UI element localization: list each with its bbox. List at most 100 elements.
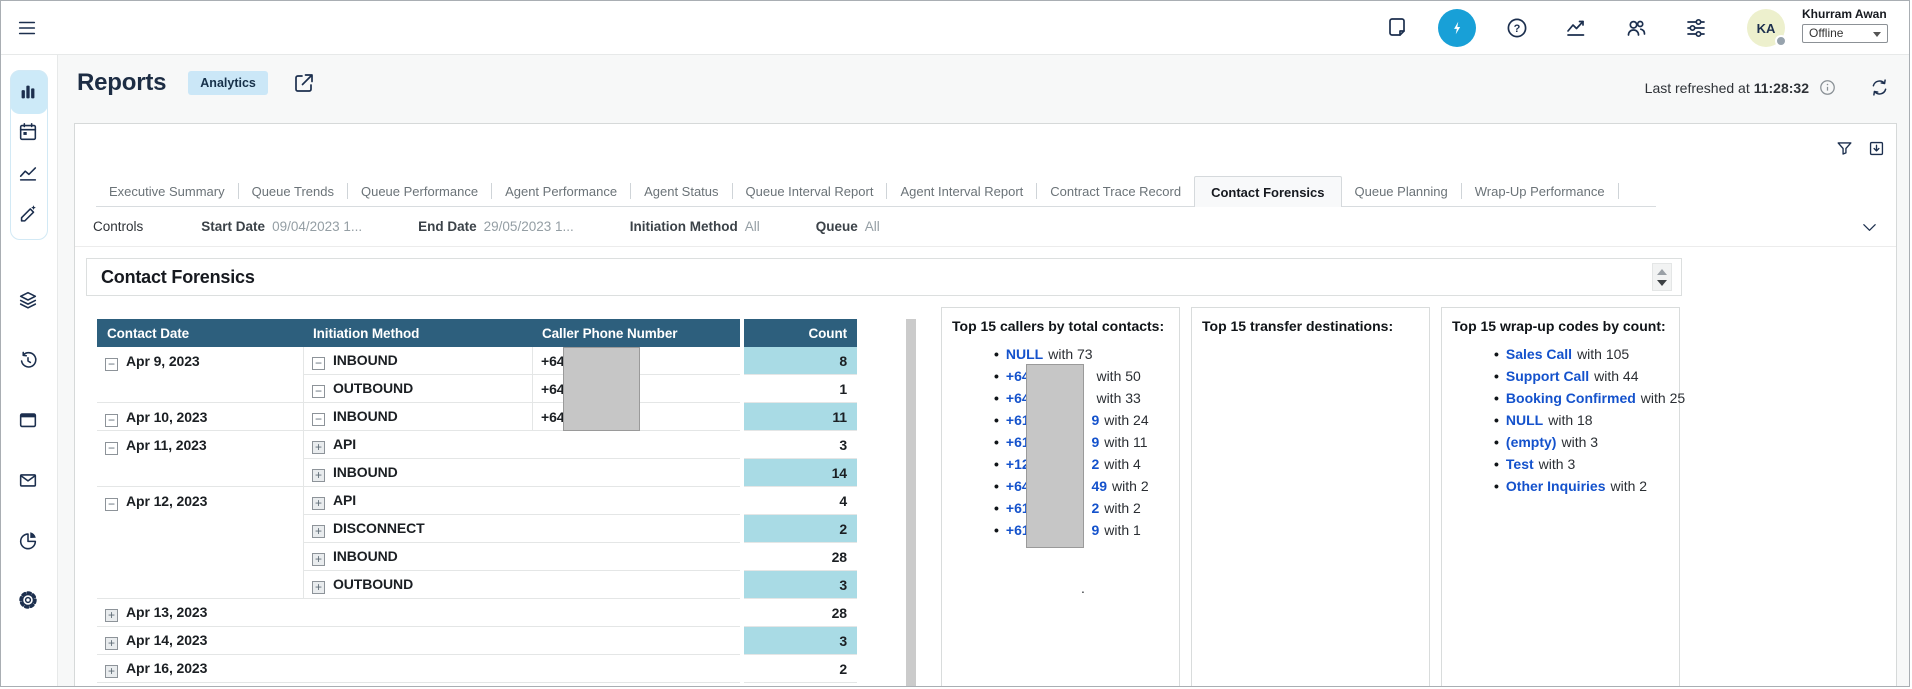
stepper-down-icon[interactable] xyxy=(1657,280,1667,286)
caller-link-suffix[interactable]: 9 xyxy=(1091,434,1099,450)
tab-executive-summary[interactable]: Executive Summary xyxy=(96,176,238,206)
vertical-scrollbar[interactable] xyxy=(906,319,916,687)
expand-icon[interactable] xyxy=(312,553,325,566)
section-header: Contact Forensics xyxy=(86,258,1682,296)
col-caller-phone[interactable]: Caller Phone Number xyxy=(532,319,740,347)
download-icon[interactable] xyxy=(1867,139,1886,158)
app-window: ? KA Khurram Awan Offline Reports Analyt… xyxy=(0,0,1910,687)
page-header: Reports Analytics Last refreshed at 11:2… xyxy=(58,55,1909,123)
external-link-icon[interactable] xyxy=(292,71,316,95)
tab-queue-performance[interactable]: Queue Performance xyxy=(348,176,491,206)
line-chart-icon[interactable] xyxy=(17,162,39,184)
wrapup-link[interactable]: Test xyxy=(1506,456,1534,472)
wrapup-link[interactable]: Sales Call xyxy=(1506,346,1572,362)
tab-wrap-up-performance[interactable]: Wrap-Up Performance xyxy=(1462,176,1618,206)
gear-icon[interactable] xyxy=(17,589,39,611)
section-title: Contact Forensics xyxy=(101,267,255,288)
expand-icon[interactable] xyxy=(312,441,325,454)
notes-icon[interactable] xyxy=(1385,16,1409,40)
panel-title: Top 15 wrap-up codes by count: xyxy=(1452,318,1671,334)
collapse-icon[interactable] xyxy=(312,385,325,398)
horizontal-scrollbar[interactable] xyxy=(97,686,907,687)
panel-top-callers: Top 15 callers by total contacts: NULLwi… xyxy=(941,307,1180,687)
design-brush-icon[interactable] xyxy=(17,203,39,225)
filter-icon[interactable] xyxy=(1835,139,1854,158)
collapse-icon[interactable] xyxy=(105,442,118,455)
count-cell: 8 xyxy=(744,347,857,375)
caller-link-suffix[interactable]: 2 xyxy=(1091,456,1099,472)
tab-queue-trends[interactable]: Queue Trends xyxy=(239,176,347,206)
controls-bar: Controls Start Date09/04/2023 1... End D… xyxy=(75,207,1896,247)
layers-icon[interactable] xyxy=(17,289,39,311)
tab-agent-status[interactable]: Agent Status xyxy=(631,176,731,206)
filter-queue[interactable]: QueueAll xyxy=(816,219,880,234)
wrapup-link[interactable]: Support Call xyxy=(1506,368,1589,384)
date-cell: Apr 9, 2023 xyxy=(97,347,303,403)
table-row: Apr 12, 2023 API 4 xyxy=(97,487,857,515)
filter-end-date[interactable]: End Date29/05/2023 1... xyxy=(418,219,574,234)
wrapup-link[interactable]: NULL xyxy=(1506,412,1543,428)
expand-icon[interactable] xyxy=(312,469,325,482)
expand-icon[interactable] xyxy=(312,525,325,538)
users-icon[interactable] xyxy=(1624,16,1648,40)
list-item: Booking Confirmedwith 25 xyxy=(1494,387,1671,409)
tab-agent-interval-report[interactable]: Agent Interval Report xyxy=(887,176,1036,206)
collapse-icon[interactable] xyxy=(105,498,118,511)
caller-link-suffix[interactable]: 49 xyxy=(1091,478,1107,494)
table-row: Apr 9, 2023 INBOUND +642 8 xyxy=(97,347,857,375)
sliders-icon[interactable] xyxy=(1684,16,1708,40)
section-stepper[interactable] xyxy=(1652,263,1672,291)
tab-queue-planning[interactable]: Queue Planning xyxy=(1342,176,1461,206)
method-cell: API xyxy=(303,487,740,515)
expand-icon[interactable] xyxy=(312,581,325,594)
help-icon[interactable]: ? xyxy=(1505,16,1529,40)
flash-tasks-button[interactable] xyxy=(1438,9,1476,47)
metrics-icon[interactable] xyxy=(1564,16,1588,40)
wrapup-link[interactable]: (empty) xyxy=(1506,434,1557,450)
wrapup-link[interactable]: Booking Confirmed xyxy=(1506,390,1636,406)
collapse-icon[interactable] xyxy=(105,414,118,427)
filter-initiation-method[interactable]: Initiation MethodAll xyxy=(630,219,760,234)
collapse-icon[interactable] xyxy=(312,413,325,426)
col-initiation-method[interactable]: Initiation Method xyxy=(303,319,532,347)
tab-contract-trace-record[interactable]: Contract Trace Record xyxy=(1037,176,1194,206)
caller-link-suffix[interactable]: 9 xyxy=(1091,522,1099,538)
pie-chart-icon[interactable] xyxy=(17,529,39,551)
status-select-value: Offline xyxy=(1809,26,1843,40)
chevron-down-icon[interactable] xyxy=(1861,219,1878,236)
analytics-badge[interactable]: Analytics xyxy=(188,71,268,95)
refresh-icon[interactable] xyxy=(1869,77,1890,98)
hamburger-menu-icon[interactable] xyxy=(15,17,39,39)
collapse-icon[interactable] xyxy=(105,358,118,371)
tab-queue-interval-report[interactable]: Queue Interval Report xyxy=(733,176,887,206)
calendar-icon[interactable] xyxy=(17,121,39,143)
caller-link-suffix[interactable]: 2 xyxy=(1091,500,1099,516)
last-refreshed-time: 11:28:32 xyxy=(1754,80,1809,96)
col-contact-date[interactable]: Contact Date xyxy=(97,319,303,347)
mail-icon[interactable] xyxy=(17,469,39,491)
caller-link-suffix[interactable]: 9 xyxy=(1091,412,1099,428)
method-cell: OUTBOUND xyxy=(303,375,532,403)
status-select[interactable]: Offline xyxy=(1802,24,1888,43)
bar-chart-icon[interactable] xyxy=(17,81,39,103)
info-icon[interactable] xyxy=(1818,78,1837,97)
collapse-icon[interactable] xyxy=(312,357,325,370)
history-icon[interactable] xyxy=(17,350,39,372)
expand-icon[interactable] xyxy=(105,609,118,622)
window-icon[interactable] xyxy=(17,409,39,431)
caller-link[interactable]: NULL xyxy=(1006,346,1043,362)
expand-icon[interactable] xyxy=(312,497,325,510)
tab-agent-performance[interactable]: Agent Performance xyxy=(492,176,630,206)
panel-transfer-destinations: Top 15 transfer destinations: xyxy=(1191,307,1430,687)
table-row: Apr 11, 2023 API 3 xyxy=(97,431,857,459)
filter-start-date[interactable]: Start Date09/04/2023 1... xyxy=(201,219,362,234)
col-count[interactable]: Count xyxy=(744,319,857,347)
expand-icon[interactable] xyxy=(105,665,118,678)
wrapup-link[interactable]: Other Inquiries xyxy=(1506,478,1606,494)
list-item: Support Callwith 44 xyxy=(1494,365,1671,387)
last-refreshed-label: Last refreshed at xyxy=(1645,80,1750,96)
expand-icon[interactable] xyxy=(105,637,118,650)
tab-contact-forensics[interactable]: Contact Forensics xyxy=(1194,176,1341,207)
method-cell: INBOUND xyxy=(303,543,740,571)
stepper-up-icon[interactable] xyxy=(1657,269,1667,275)
